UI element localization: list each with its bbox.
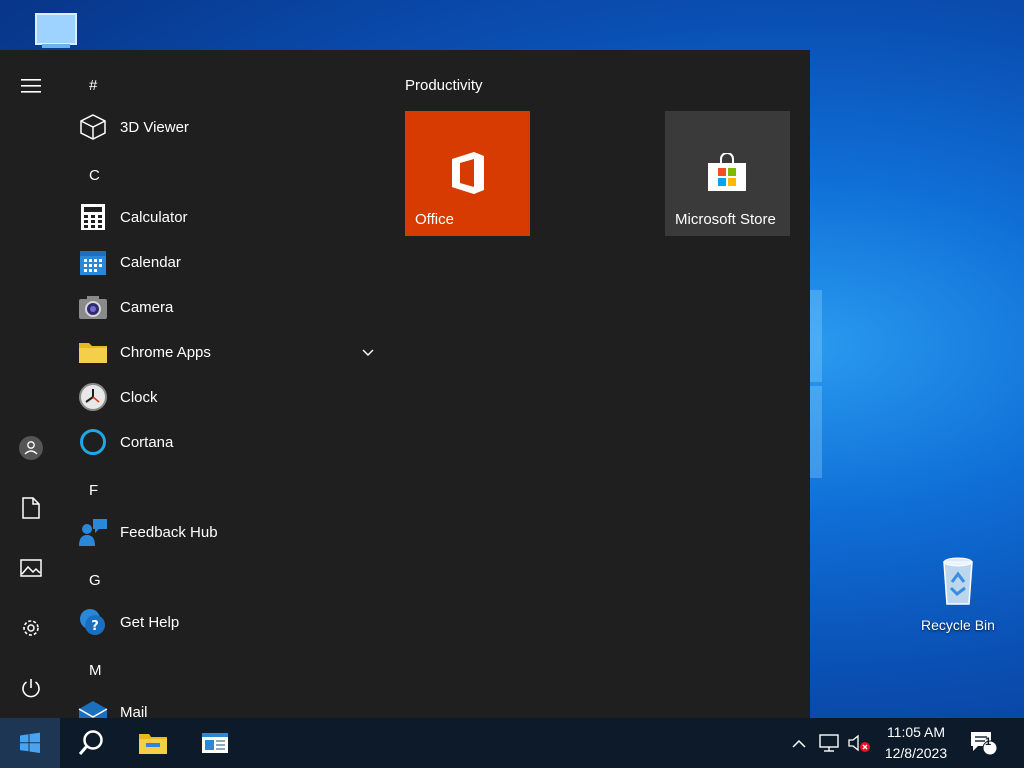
pictures-button[interactable] xyxy=(11,548,51,588)
app-name: Mail xyxy=(120,703,148,719)
app-name: Cortana xyxy=(120,433,174,451)
volume-muted-icon xyxy=(848,734,870,752)
search-button[interactable] xyxy=(60,718,122,768)
office-icon xyxy=(452,152,484,194)
recycle-bin-icon xyxy=(943,557,973,605)
action-center-button[interactable]: 1 xyxy=(964,718,1004,768)
app-name: Calculator xyxy=(120,208,188,226)
feedback-hub-icon xyxy=(78,517,108,547)
settings-button[interactable] xyxy=(11,608,51,648)
documents-button[interactable] xyxy=(11,488,51,528)
app-name: Chrome Apps xyxy=(120,343,211,361)
user-avatar-icon xyxy=(19,436,43,460)
gear-icon xyxy=(23,620,39,636)
mail-icon xyxy=(78,697,108,718)
microsoft-store-tile[interactable]: Microsoft Store xyxy=(665,111,790,236)
section-header-hash[interactable]: # xyxy=(89,77,97,94)
user-account-button[interactable] xyxy=(11,428,51,468)
tile-group-title[interactable]: Productivity xyxy=(405,77,483,94)
get-help-icon: ? xyxy=(78,607,108,637)
start-rail xyxy=(0,50,62,718)
cortana-icon xyxy=(78,427,108,457)
power-button[interactable] xyxy=(11,668,51,708)
app-name: Calendar xyxy=(120,253,181,271)
microsoft-store-tile-label: Microsoft Store xyxy=(675,211,776,228)
calendar-icon xyxy=(78,247,108,277)
app-name: Camera xyxy=(120,298,174,316)
window-app-icon xyxy=(202,733,228,753)
start-button[interactable] xyxy=(0,718,60,768)
clock-date: 12/8/2023 xyxy=(884,745,948,761)
windows-logo-icon xyxy=(20,732,40,753)
show-hidden-icons-button[interactable] xyxy=(786,718,812,768)
app-camera[interactable]: Camera xyxy=(78,287,378,327)
app-calculator[interactable]: Calculator xyxy=(78,197,378,237)
app-name: Get Help xyxy=(120,613,180,631)
app-get-help[interactable]: ? Get Help xyxy=(78,602,378,642)
hamburger-menu-button[interactable] xyxy=(11,66,51,106)
taskbar-clock[interactable]: 11:05 AM 12/8/2023 xyxy=(870,722,962,764)
desktop-light-beam xyxy=(810,386,822,478)
app-chrome-apps-folder[interactable]: Chrome Apps xyxy=(78,332,378,372)
network-icon xyxy=(819,734,839,752)
office-tile-label: Office xyxy=(415,211,454,228)
section-header-f[interactable]: F xyxy=(89,482,98,499)
section-header-c[interactable]: C xyxy=(89,167,100,184)
app-name: Clock xyxy=(120,388,158,406)
hamburger-icon xyxy=(21,79,41,93)
document-icon xyxy=(22,497,40,519)
chevron-up-icon xyxy=(792,739,806,748)
app-3d-viewer[interactable]: 3D Viewer xyxy=(78,107,378,147)
file-explorer-icon xyxy=(139,734,167,754)
clock-icon xyxy=(78,382,108,412)
file-explorer-button[interactable] xyxy=(122,718,184,768)
recycle-bin[interactable]: Recycle Bin xyxy=(913,552,1003,633)
app-list: # 3D Viewer C Calculator Calendar Camera… xyxy=(62,50,390,718)
app-cortana[interactable]: Cortana xyxy=(78,422,378,462)
taskbar-app-button[interactable] xyxy=(184,718,246,768)
app-name: 3D Viewer xyxy=(120,118,189,136)
pictures-icon xyxy=(20,559,42,577)
power-icon xyxy=(22,679,40,698)
app-feedback-hub[interactable]: Feedback Hub xyxy=(78,512,378,552)
app-name: Feedback Hub xyxy=(120,523,218,541)
notification-count-badge: 1 xyxy=(984,736,992,748)
office-tile[interactable]: Office xyxy=(405,111,530,236)
section-header-m[interactable]: M xyxy=(89,662,102,679)
calculator-icon xyxy=(78,202,108,232)
app-calendar[interactable]: Calendar xyxy=(78,242,378,282)
volume-button[interactable] xyxy=(845,718,873,768)
this-pc-icon[interactable] xyxy=(24,10,84,50)
store-bag-icon xyxy=(708,153,746,191)
svg-text:?: ? xyxy=(91,619,99,634)
cube-icon xyxy=(78,112,108,142)
section-header-g[interactable]: G xyxy=(89,572,101,589)
app-mail[interactable]: Mail xyxy=(78,692,378,718)
start-menu: # 3D Viewer C Calculator Calendar Camera… xyxy=(0,50,810,718)
taskbar: 11:05 AM 12/8/2023 1 xyxy=(0,718,1024,768)
desktop-light-beam xyxy=(810,290,822,382)
recycle-bin-label: Recycle Bin xyxy=(921,617,995,633)
folder-icon xyxy=(78,337,108,367)
chevron-down-icon[interactable] xyxy=(362,344,374,362)
camera-icon xyxy=(78,292,108,322)
app-clock[interactable]: Clock xyxy=(78,377,378,417)
search-icon xyxy=(78,730,103,755)
clock-time: 11:05 AM xyxy=(886,724,946,740)
network-button[interactable] xyxy=(815,718,843,768)
